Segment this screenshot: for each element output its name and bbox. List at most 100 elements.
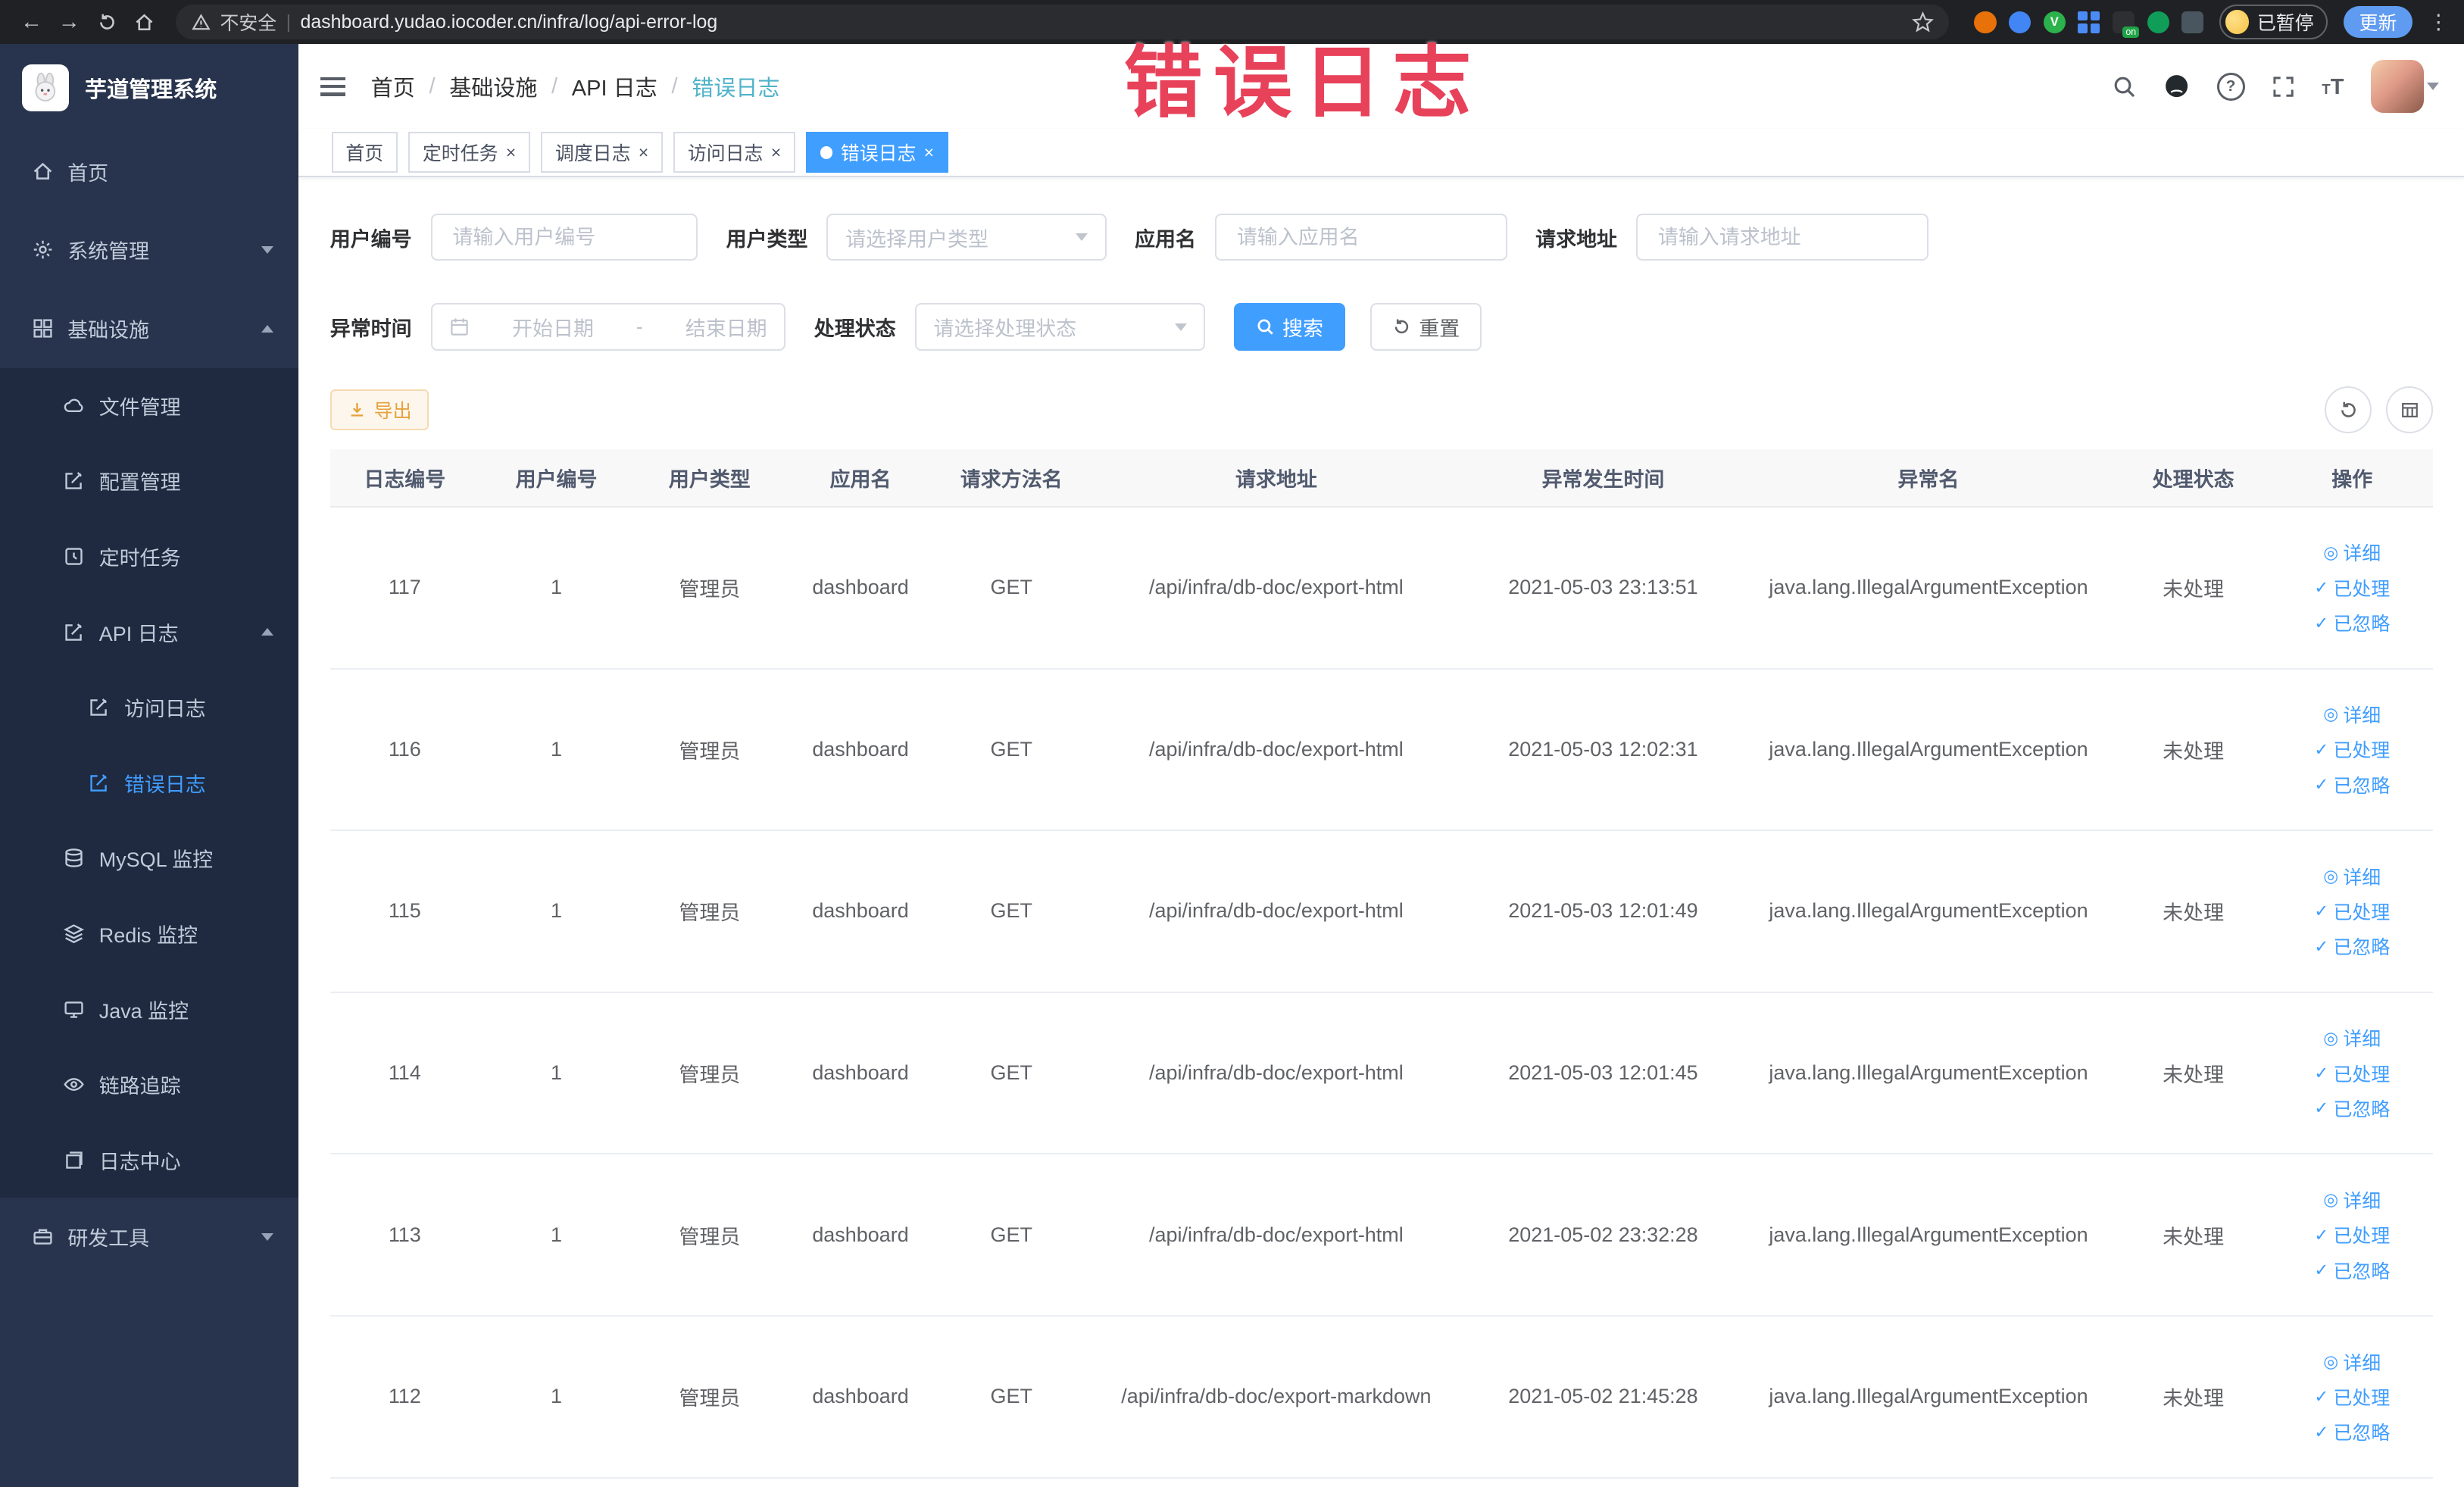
sidebar-item-error-log[interactable]: 错误日志 — [0, 745, 299, 821]
tab-scheduled-tasks[interactable]: 定时任务 × — [408, 132, 530, 173]
refresh-table-button[interactable] — [2325, 386, 2372, 434]
home-icon[interactable] — [129, 6, 161, 38]
request-url-input[interactable] — [1654, 223, 1910, 251]
sidebar-item-redis-monitor[interactable]: Redis 监控 — [0, 895, 299, 972]
tab-access-log[interactable]: 访问日志 × — [673, 132, 795, 173]
github-icon[interactable] — [2163, 73, 2190, 99]
processed-link[interactable]: ✓ 已处理 — [2314, 736, 2390, 763]
close-icon[interactable]: × — [639, 143, 648, 161]
sidebar-item-dev-tools[interactable]: 研发工具 — [0, 1198, 298, 1276]
help-icon[interactable]: ? — [2216, 72, 2245, 101]
vue-devtools-icon[interactable]: V — [2043, 11, 2066, 33]
cloud-icon — [64, 398, 83, 412]
close-icon[interactable]: × — [506, 143, 516, 161]
close-icon[interactable]: × — [924, 143, 934, 161]
column-settings-button[interactable] — [2386, 386, 2434, 434]
process-status-select[interactable]: 请选择处理状态 — [914, 303, 1206, 351]
sidebar-item-file-management[interactable]: 文件管理 — [0, 367, 299, 444]
doc-edit-icon — [90, 698, 108, 716]
reset-button[interactable]: 重置 — [1370, 303, 1482, 351]
forward-icon[interactable]: → — [54, 6, 86, 38]
ignored-link[interactable]: ✓ 已忽略 — [2314, 609, 2390, 636]
doc-edit-icon — [65, 623, 82, 641]
row-actions: ◎ 详细 ✓ 已处理 ✓ 已忽略 — [2271, 701, 2433, 798]
close-icon[interactable]: × — [771, 143, 781, 161]
logo-rabbit-icon — [22, 64, 70, 112]
search-button[interactable]: 搜索 — [1233, 303, 1345, 351]
sidebar-item-system-management[interactable]: 系统管理 — [0, 211, 298, 289]
columns-icon — [2401, 402, 2418, 417]
sidebar-item-java-monitor[interactable]: Java 监控 — [0, 971, 299, 1047]
breadcrumb-item[interactable]: API 日志 — [572, 70, 657, 102]
ignored-link[interactable]: ✓ 已忽略 — [2314, 771, 2390, 798]
browser-menu-icon[interactable]: ⋮ — [2428, 11, 2449, 34]
user-menu[interactable] — [2370, 59, 2440, 114]
detail-link[interactable]: ◎ 详细 — [2323, 1348, 2381, 1376]
extension-icon[interactable] — [2181, 11, 2204, 33]
search-icon[interactable] — [2112, 74, 2137, 99]
schedule-icon — [65, 548, 83, 565]
browser-update-button[interactable]: 更新 — [2343, 6, 2413, 38]
doc-stack-icon — [66, 1151, 83, 1169]
sidebar-item-infrastructure[interactable]: 基础设施 — [0, 289, 298, 368]
filter-row-2: 异常时间 开始日期 - 结束日期 处理状态 请选择处理状态 搜索 重置 — [330, 303, 2433, 351]
extension-icon[interactable] — [2009, 11, 2031, 33]
detail-link[interactable]: ◎ 详细 — [2323, 1024, 2381, 1051]
filter-process-status: 处理状态 请选择处理状态 — [814, 303, 1206, 351]
breadcrumb-item[interactable]: 首页 — [371, 70, 415, 102]
app-root: ← → 不安全 | dashboard.yudao.iocoder.cn/inf… — [0, 0, 2464, 1487]
tab-schedule-log[interactable]: 调度日志 × — [541, 132, 663, 173]
ignored-link[interactable]: ✓ 已忽略 — [2314, 1257, 2390, 1284]
table-row: 115 1 管理员 dashboard GET /api/infra/db-do… — [329, 831, 2434, 993]
export-button[interactable]: 导出 — [329, 389, 429, 431]
app-title: 芋道管理系统 — [85, 78, 217, 103]
back-icon[interactable]: ← — [16, 6, 48, 38]
date-range-picker[interactable]: 开始日期 - 结束日期 — [430, 303, 786, 351]
sidebar-item-config-management[interactable]: 配置管理 — [0, 443, 299, 519]
detail-link[interactable]: ◎ 详细 — [2323, 539, 2381, 566]
bookmark-star-icon[interactable] — [1911, 11, 1934, 33]
address-bar[interactable]: 不安全 | dashboard.yudao.iocoder.cn/infra/l… — [176, 5, 1950, 39]
font-size-icon[interactable]: TT — [2322, 72, 2344, 101]
user-type-select[interactable]: 请选择用户类型 — [826, 214, 1107, 261]
security-label: 不安全 — [220, 13, 277, 35]
processed-link[interactable]: ✓ 已处理 — [2314, 1221, 2390, 1248]
ignored-link[interactable]: ✓ 已忽略 — [2314, 1418, 2390, 1445]
extension-grid-icon[interactable] — [2078, 11, 2100, 33]
processed-link[interactable]: ✓ 已处理 — [2314, 1383, 2390, 1410]
row-actions: ◎ 详细 ✓ 已处理 ✓ 已忽略 — [2271, 1024, 2433, 1122]
sidebar-item-mysql-monitor[interactable]: MySQL 监控 — [0, 820, 299, 896]
sidebar-item-home[interactable]: 首页 — [0, 132, 298, 211]
sidebar-item-log-center[interactable]: 日志中心 — [0, 1122, 299, 1198]
check-icon: ✓ — [2314, 739, 2329, 759]
ignored-link[interactable]: ✓ 已忽略 — [2314, 1095, 2390, 1122]
extension-icon[interactable] — [1974, 11, 1997, 33]
reload-icon[interactable] — [91, 6, 123, 38]
processed-link[interactable]: ✓ 已处理 — [2314, 898, 2390, 925]
sidebar-item-scheduled-tasks[interactable]: 定时任务 — [0, 518, 299, 595]
profile-chip[interactable]: 已暂停 — [2219, 5, 2328, 39]
ignored-link[interactable]: ✓ 已忽略 — [2314, 932, 2390, 960]
sidebar-item-trace[interactable]: 链路追踪 — [0, 1046, 299, 1123]
detail-link[interactable]: ◎ 详细 — [2323, 863, 2381, 890]
extension-icon[interactable] — [2147, 11, 2169, 33]
sidebar-item-api-log[interactable]: API 日志 — [0, 594, 299, 670]
extension-on-icon[interactable]: on — [2113, 11, 2140, 38]
sidebar-item-access-log[interactable]: 访问日志 — [0, 669, 299, 745]
user-id-input[interactable] — [449, 223, 679, 251]
breadcrumb-item[interactable]: 基础设施 — [449, 70, 537, 102]
detail-link[interactable]: ◎ 详细 — [2323, 701, 2381, 728]
processed-link[interactable]: ✓ 已处理 — [2314, 1060, 2390, 1087]
fullscreen-icon[interactable] — [2272, 75, 2295, 98]
app-name-input[interactable] — [1233, 223, 1488, 251]
processed-link[interactable]: ✓ 已处理 — [2314, 574, 2390, 601]
toolbox-icon — [33, 1229, 52, 1245]
tab-home[interactable]: 首页 — [331, 132, 398, 173]
hamburger-icon[interactable] — [320, 77, 346, 96]
check-icon: ✓ — [2314, 612, 2329, 633]
sidebar-logo[interactable]: 芋道管理系统 — [0, 44, 298, 132]
tab-error-log[interactable]: 错误日志 × — [806, 132, 948, 173]
detail-link[interactable]: ◎ 详细 — [2323, 1186, 2381, 1214]
check-icon: ✓ — [2314, 1063, 2329, 1083]
edit-icon — [65, 472, 82, 490]
